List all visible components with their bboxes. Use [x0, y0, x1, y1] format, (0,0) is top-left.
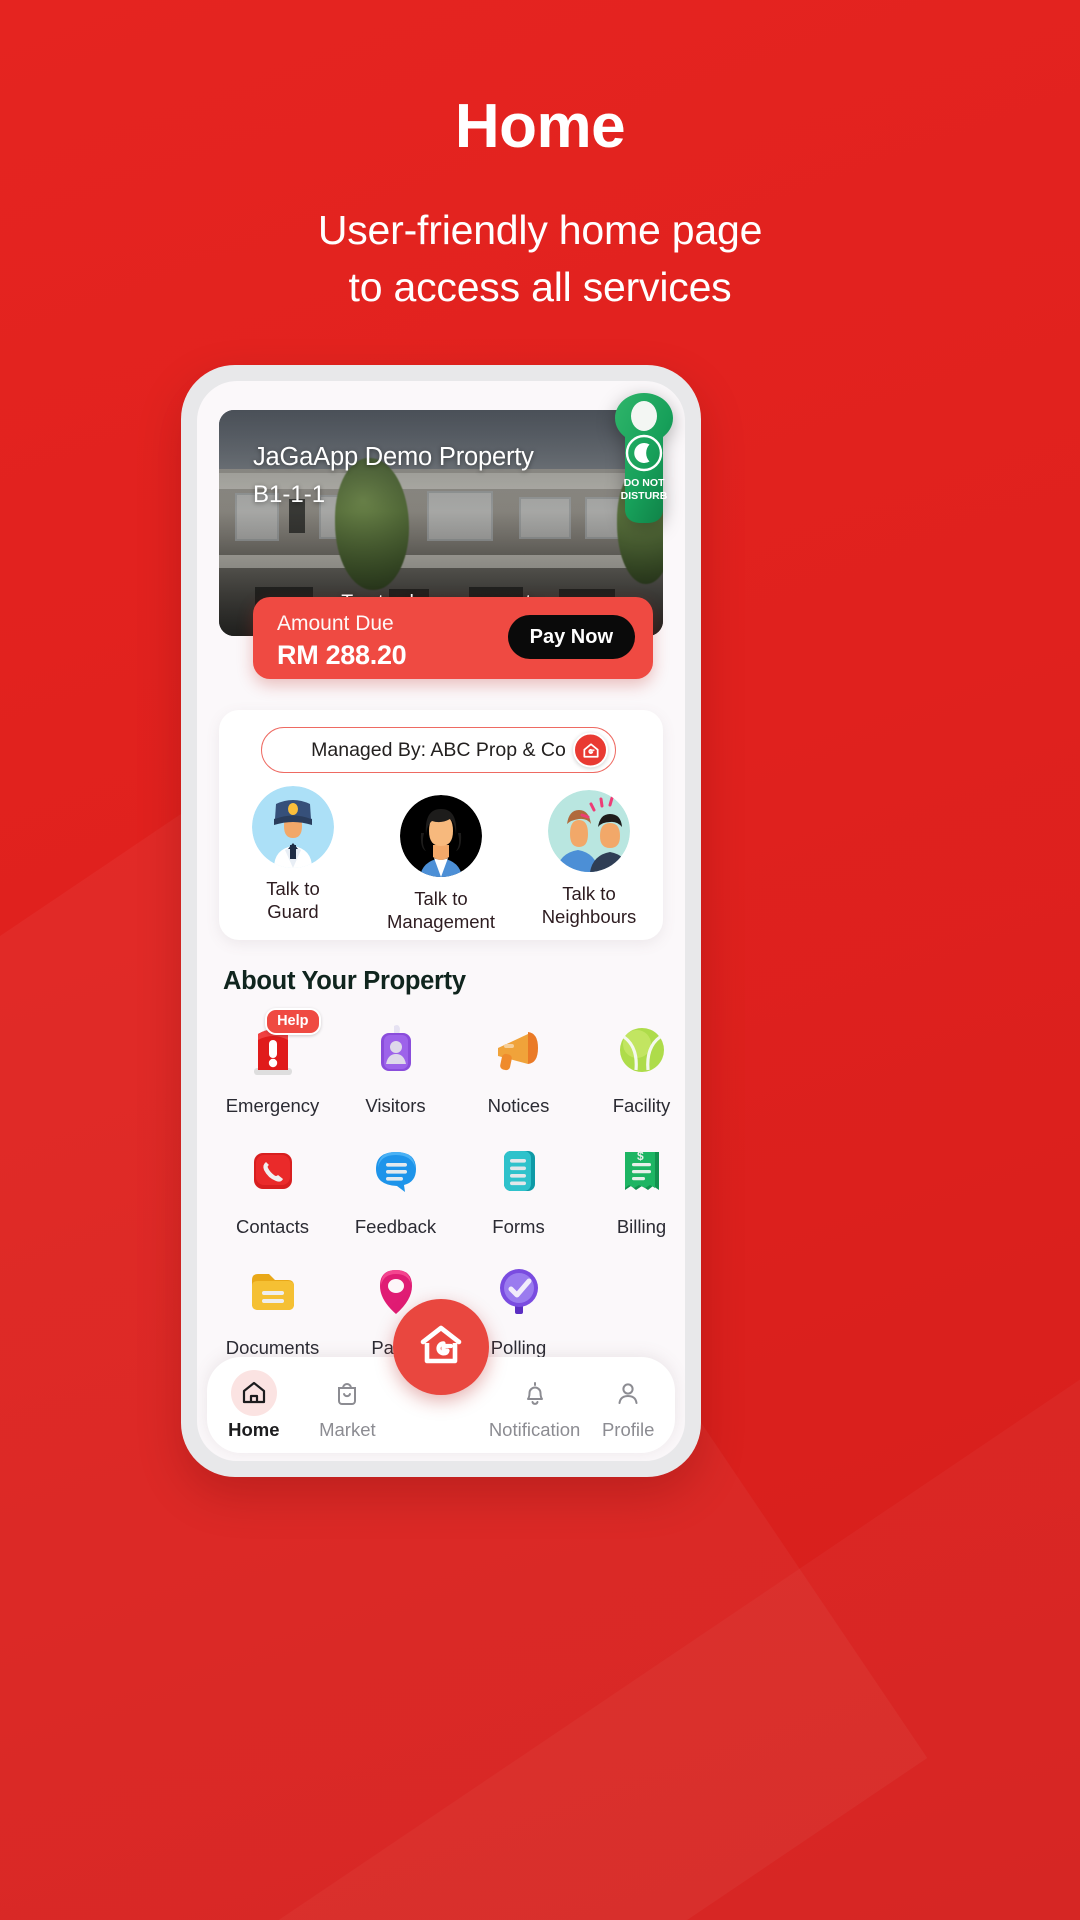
jagaapp-fab-button[interactable] [393, 1299, 489, 1395]
shopping-bag-icon [324, 1370, 370, 1416]
phone-icon [234, 1132, 312, 1210]
contact-label-neighbours: Talk to Neighbours [541, 883, 637, 927]
promo-header: Home User-friendly home page to access a… [0, 96, 1080, 315]
bell-icon [512, 1370, 558, 1416]
nav-label-market: Market [319, 1418, 376, 1440]
nav-item-notification[interactable]: Notification [488, 1370, 582, 1441]
help-badge: Help [265, 1008, 321, 1035]
service-item-visitors[interactable]: Visitors [334, 1011, 457, 1117]
about-section-heading: About Your Property [223, 967, 466, 995]
pay-now-button[interactable]: Pay Now [507, 615, 635, 659]
service-label-feedback: Feedback [354, 1216, 437, 1237]
page-subtitle: User-friendly home page to access all se… [0, 202, 1080, 315]
managed-by-pill[interactable]: Managed By: ABC Prop & Co [261, 727, 616, 773]
service-label-facility: Facility [612, 1095, 671, 1116]
contact-label-guard: Talk to Guard [266, 878, 320, 922]
jagaapp-logo-icon [573, 732, 608, 768]
service-label-forms: Forms [492, 1216, 545, 1237]
nav-label-home: Home [228, 1418, 280, 1440]
tennis-ball-icon [603, 1011, 681, 1089]
service-label-contacts: Contacts [235, 1216, 309, 1237]
nav-label-profile: Profile [601, 1418, 655, 1440]
page-subtitle-line1: User-friendly home page [317, 207, 763, 253]
service-item-notices[interactable]: Notices [457, 1011, 580, 1117]
service-label-emergency: Emergency [225, 1095, 320, 1116]
nav-item-profile[interactable]: Profile [581, 1370, 675, 1441]
managed-by-card: Managed By: ABC Prop & Co Talk to Guard … [219, 710, 663, 940]
invoice-dollar-icon: $ [603, 1132, 681, 1210]
promo-background: Home User-friendly home page to access a… [0, 0, 1080, 1920]
management-avatar [400, 795, 482, 877]
service-label-notices: Notices [487, 1095, 550, 1116]
property-unit: B1-1-1 [253, 481, 326, 508]
nav-item-market[interactable]: Market [301, 1370, 395, 1441]
contact-talk-to-neighbours[interactable]: Talk to Neighbours [515, 790, 663, 933]
checkmark-circle-icon [480, 1253, 558, 1331]
amount-due-card: Amount Due RM 288.20 Pay Now [253, 597, 653, 679]
guard-avatar [252, 786, 334, 868]
page-title: Home [454, 92, 626, 161]
managed-by-label: Managed By: ABC Prop & Co [311, 738, 566, 761]
do-not-disturb-tag[interactable]: DO NOT DISTURB [611, 391, 677, 526]
contact-talk-to-management[interactable]: Talk to Management [367, 795, 515, 933]
neighbours-avatar [548, 790, 630, 872]
contact-talk-to-guard[interactable]: Talk to Guard [219, 786, 367, 933]
service-item-contacts[interactable]: Contacts [211, 1132, 334, 1238]
page-subtitle-line2: to access all services [348, 263, 732, 310]
phone-mockup: JaGaApp Demo Property B1-1-1 Tap to chan… [181, 365, 701, 1477]
service-item-documents[interactable]: Documents [211, 1253, 334, 1359]
property-name: JaGaApp Demo Property [253, 443, 534, 471]
amount-due-value: RM 288.20 [277, 640, 407, 670]
visitors-badge-icon [357, 1011, 435, 1089]
amount-due-label: Amount Due [277, 612, 394, 635]
contact-shortcuts: Talk to Guard Talk to Management Talk to… [219, 786, 663, 933]
dnd-line1: DO NOT [624, 477, 665, 489]
dnd-line2: DISTURB [621, 490, 668, 502]
dnd-tag-hole [631, 401, 657, 431]
contact-label-management: Talk to Management [387, 888, 495, 932]
service-label-documents: Documents [225, 1337, 320, 1358]
svg-text:$: $ [637, 1149, 644, 1163]
service-item-feedback[interactable]: Feedback [334, 1132, 457, 1238]
chat-bubble-icon [357, 1132, 435, 1210]
service-item-billing[interactable]: $ Billing [580, 1132, 685, 1238]
service-item-emergency[interactable]: Help Emergency [211, 1008, 334, 1117]
megaphone-icon [480, 1011, 558, 1089]
emergency-icon: Help [234, 1008, 321, 1089]
person-icon [605, 1370, 651, 1416]
jagaapp-house-g-logo [415, 1319, 467, 1376]
document-lines-icon [480, 1132, 558, 1210]
service-item-forms[interactable]: Forms [457, 1132, 580, 1238]
service-label-visitors: Visitors [365, 1095, 426, 1116]
service-label-billing: Billing [616, 1216, 667, 1237]
app-screen: JaGaApp Demo Property B1-1-1 Tap to chan… [197, 381, 685, 1461]
nav-label-notification: Notification [488, 1418, 581, 1440]
service-item-facility[interactable]: Facility [580, 1011, 685, 1117]
folder-icon [234, 1253, 312, 1331]
home-icon [230, 1369, 277, 1416]
service-label-polling: Polling [490, 1337, 547, 1358]
nav-item-home[interactable]: Home [207, 1369, 301, 1441]
